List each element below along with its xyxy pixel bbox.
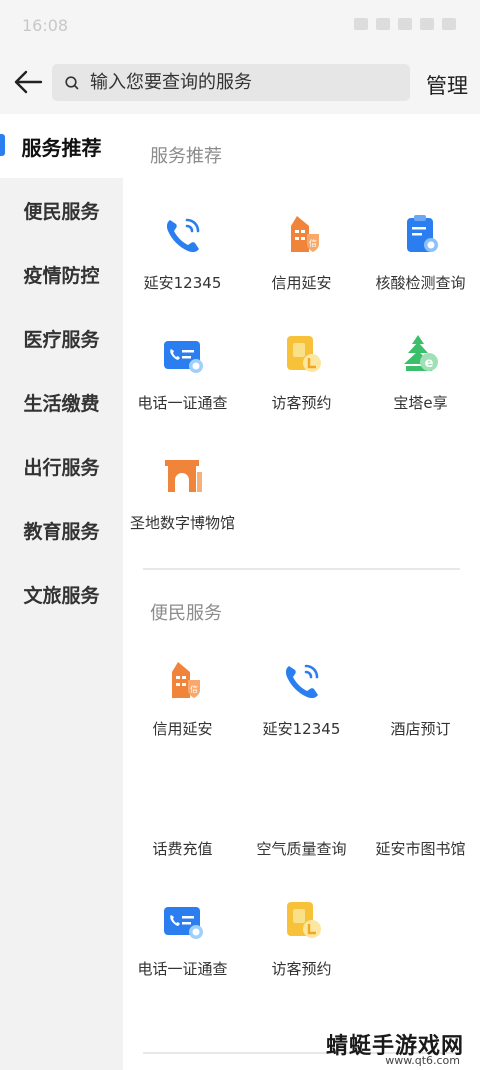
- tile-label: 延安12345: [262, 720, 341, 738]
- tile-label: 话费充值: [152, 840, 213, 858]
- tile-nucleic-test-query[interactable]: 核酸检测查询: [361, 198, 480, 308]
- section-divider: [143, 568, 460, 570]
- sidebar-item-travel[interactable]: 出行服务: [0, 434, 123, 498]
- notification-icon: [354, 18, 368, 30]
- tile-label: 延安市图书馆: [375, 840, 466, 858]
- status-bar: 16:08: [0, 0, 480, 52]
- tile-label: 空气质量查询: [256, 840, 347, 858]
- tile-phone-recharge[interactable]: 话费充值: [123, 764, 242, 874]
- sidebar-item-convenience[interactable]: 便民服务: [0, 178, 123, 242]
- clipboard-search-icon: [406, 215, 438, 252]
- alarm-icon: [376, 18, 390, 30]
- manage-button[interactable]: 管理: [426, 70, 468, 100]
- phone-card-icon: [163, 341, 203, 373]
- sidebar-item-recommend[interactable]: 服务推荐: [0, 114, 123, 178]
- credit-tower-icon: 信: [290, 216, 319, 252]
- pagoda-e-icon: e: [403, 335, 438, 371]
- search-input[interactable]: [90, 72, 390, 93]
- sidebar-item-epidemic[interactable]: 疫情防控: [0, 242, 123, 306]
- tile-air-quality[interactable]: 空气质量查询: [242, 764, 361, 874]
- tile-label: 圣地数字博物馆: [129, 514, 235, 532]
- tile-visitor-appointment[interactable]: 访客预约: [242, 318, 361, 428]
- visitor-card-icon: [286, 902, 321, 938]
- tile-label: 延安12345: [143, 274, 222, 292]
- recharge-icon: [160, 778, 206, 824]
- tile-label: 电话一证通查: [137, 394, 228, 412]
- sidebar-item-culture[interactable]: 文旅服务: [0, 562, 123, 626]
- search-box[interactable]: [52, 64, 410, 101]
- tile-label: 宝塔e享: [393, 394, 448, 412]
- tile-digital-museum[interactable]: 圣地数字博物馆: [123, 438, 242, 548]
- tile-label: 信用延安: [271, 274, 332, 292]
- sidebar: 服务推荐 便民服务 疫情防控 医疗服务 生活缴费 出行服务 教育服务 文旅服务: [0, 114, 123, 1070]
- phone-icon: [285, 664, 318, 699]
- battery-icon: [442, 18, 456, 30]
- header: 管理: [0, 52, 480, 114]
- status-icons: [354, 18, 456, 30]
- tile-label: 访客预约: [271, 960, 332, 978]
- tile-city-library[interactable]: 延安市图书馆: [361, 764, 480, 874]
- tile-credit-yanan-2[interactable]: 信 信用延安: [123, 644, 242, 754]
- tile-label: 核酸检测查询: [375, 274, 466, 292]
- svg-text:信: 信: [190, 684, 198, 694]
- watermark-url: www.qt6.com: [385, 1054, 460, 1067]
- section-title-convenience: 便民服务: [150, 603, 222, 624]
- credit-tower-icon: 信: [171, 662, 200, 698]
- svg-text:e: e: [424, 356, 433, 371]
- visitor-card-icon: [286, 336, 321, 372]
- phone-card-icon: [163, 907, 203, 939]
- tile-label: 电话一证通查: [137, 960, 228, 978]
- sidebar-item-education[interactable]: 教育服务: [0, 498, 123, 562]
- tile-phone-id-check-2[interactable]: 电话一证通查: [123, 884, 242, 994]
- sim-icon: [398, 18, 412, 30]
- sidebar-item-medical[interactable]: 医疗服务: [0, 306, 123, 370]
- service-content: 服务推荐 延安12345 信 信用延安 核酸检测查询 电话一证通查 访客预约 e…: [123, 114, 480, 1070]
- section-title-recommend: 服务推荐: [150, 146, 222, 167]
- air-quality-icon: [279, 778, 325, 824]
- tile-yanan-12345-2[interactable]: 延安12345: [242, 644, 361, 754]
- search-icon: [64, 75, 80, 91]
- library-icon: [398, 778, 444, 824]
- tile-label: 信用延安: [152, 720, 213, 738]
- tile-visitor-appointment-2[interactable]: 访客预约: [242, 884, 361, 994]
- hotel-icon: [398, 658, 444, 704]
- status-time: 16:08: [22, 16, 69, 35]
- back-button[interactable]: [8, 62, 48, 102]
- tile-phone-id-check[interactable]: 电话一证通查: [123, 318, 242, 428]
- tile-yanan-12345[interactable]: 延安12345: [123, 198, 242, 308]
- phone-icon: [166, 218, 199, 253]
- museum-gate-icon: [164, 460, 202, 492]
- tile-credit-yanan[interactable]: 信 信用延安: [242, 198, 361, 308]
- wifi-icon: [420, 18, 434, 30]
- tile-label: 酒店预订: [390, 720, 451, 738]
- tile-baota-e-share[interactable]: e 宝塔e享: [361, 318, 480, 428]
- sidebar-item-payment[interactable]: 生活缴费: [0, 370, 123, 434]
- svg-text:信: 信: [309, 238, 317, 248]
- tile-label: 访客预约: [271, 394, 332, 412]
- arrow-left-icon: [14, 70, 43, 94]
- tile-hotel-booking[interactable]: 酒店预订: [361, 644, 480, 754]
